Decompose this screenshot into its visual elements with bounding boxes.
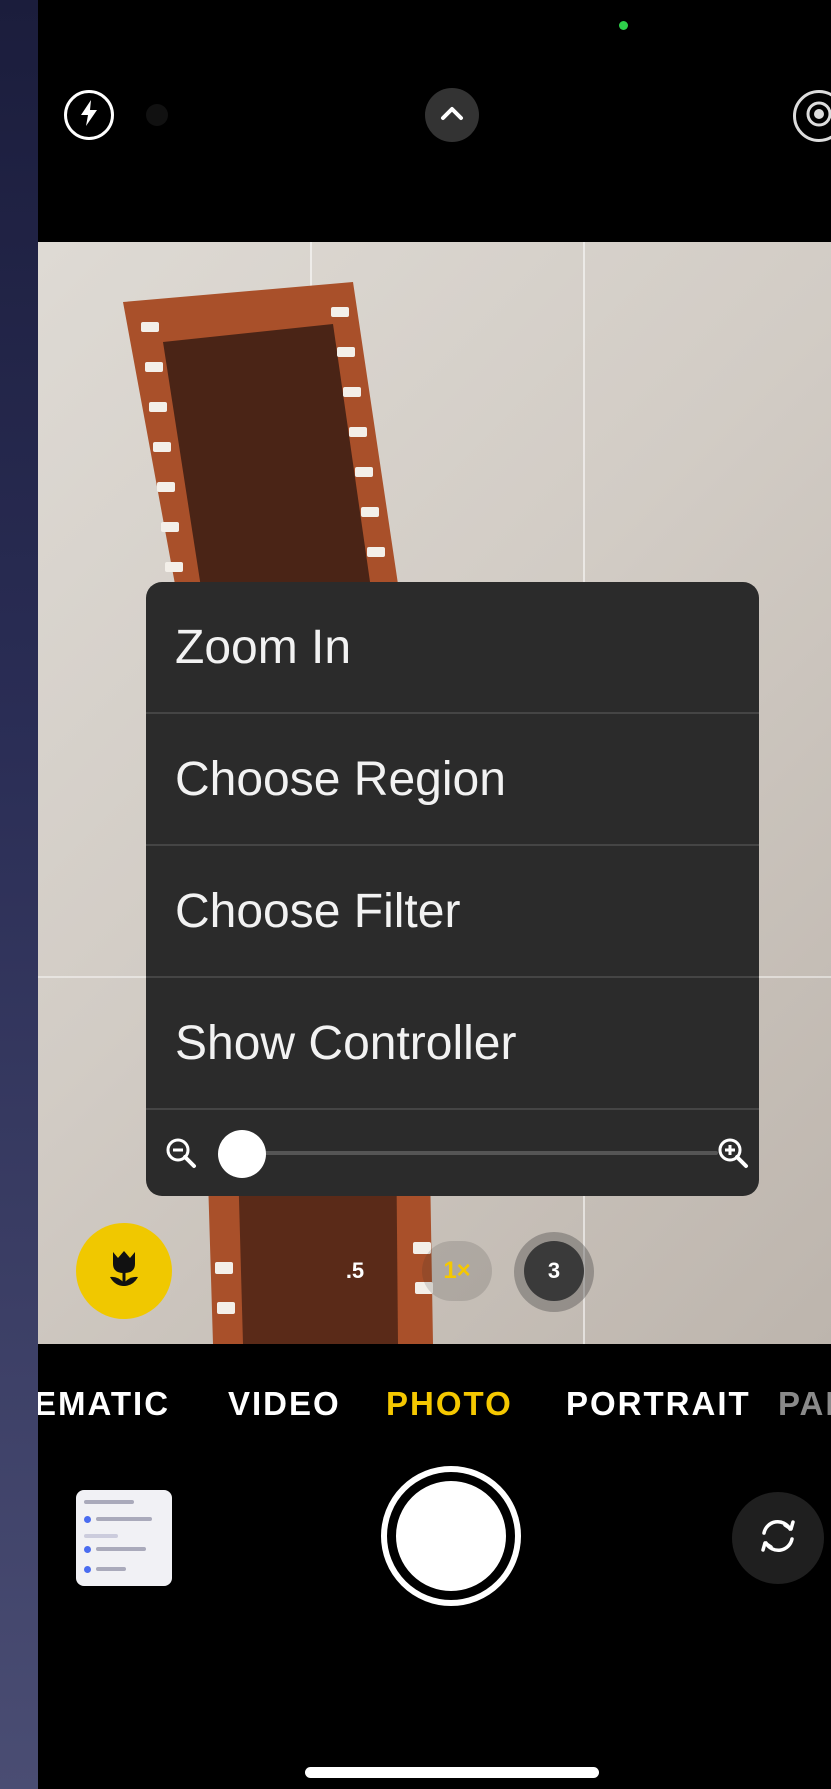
- top-bar: [38, 0, 831, 242]
- flower-icon: [101, 1246, 147, 1297]
- zoom-3x-button[interactable]: 3: [524, 1241, 584, 1301]
- zoom-slider-thumb[interactable]: [218, 1130, 266, 1178]
- mode-portrait[interactable]: PORTRAIT: [566, 1385, 751, 1423]
- camera-app: Zoom In Choose Region Choose Filter Show…: [38, 0, 831, 1789]
- camera-mode-selector: EMATIC VIDEO PHOTO PORTRAIT PAN: [38, 1385, 831, 1435]
- home-indicator[interactable]: [305, 1767, 599, 1778]
- last-photo-thumbnail[interactable]: [76, 1490, 172, 1586]
- mode-video[interactable]: VIDEO: [228, 1385, 341, 1423]
- flip-camera-button[interactable]: [732, 1492, 824, 1584]
- menu-item-label: Choose Region: [175, 752, 506, 806]
- macro-toggle-button[interactable]: [76, 1223, 172, 1319]
- context-menu: Zoom In Choose Region Choose Filter Show…: [146, 582, 759, 1196]
- chevron-up-icon: [440, 105, 464, 126]
- live-photo-button[interactable]: [793, 90, 831, 142]
- mode-cinematic[interactable]: EMATIC: [38, 1385, 170, 1423]
- zoom-0-5-button[interactable]: .5: [325, 1241, 385, 1301]
- flash-button[interactable]: [64, 90, 114, 140]
- menu-item-label: Choose Filter: [175, 884, 461, 938]
- menu-item-label: Show Controller: [175, 1016, 517, 1070]
- night-mode-icon[interactable]: [146, 104, 168, 126]
- camera-in-use-indicator: [619, 21, 628, 30]
- show-controls-button[interactable]: [425, 88, 479, 142]
- zoom-slider-track[interactable]: [248, 1151, 718, 1155]
- zoom-1x-button[interactable]: 1×: [422, 1241, 492, 1301]
- zoom-slider-row: [146, 1110, 759, 1194]
- live-photo-icon: [804, 99, 831, 134]
- shutter-button[interactable]: [381, 1466, 521, 1606]
- menu-item-choose-filter[interactable]: Choose Filter: [146, 846, 759, 978]
- mode-photo[interactable]: PHOTO: [386, 1385, 513, 1423]
- flash-icon: [78, 99, 100, 132]
- menu-item-zoom-in[interactable]: Zoom In: [146, 582, 759, 714]
- menu-item-show-controller[interactable]: Show Controller: [146, 978, 759, 1110]
- shutter-inner: [393, 1478, 509, 1594]
- menu-item-label: Zoom In: [175, 620, 352, 674]
- zoom-out-icon[interactable]: [164, 1136, 198, 1175]
- camera-flip-icon: [755, 1513, 801, 1564]
- zoom-in-icon[interactable]: [716, 1136, 750, 1175]
- mode-pano[interactable]: PAN: [778, 1385, 831, 1423]
- menu-item-choose-region[interactable]: Choose Region: [146, 714, 759, 846]
